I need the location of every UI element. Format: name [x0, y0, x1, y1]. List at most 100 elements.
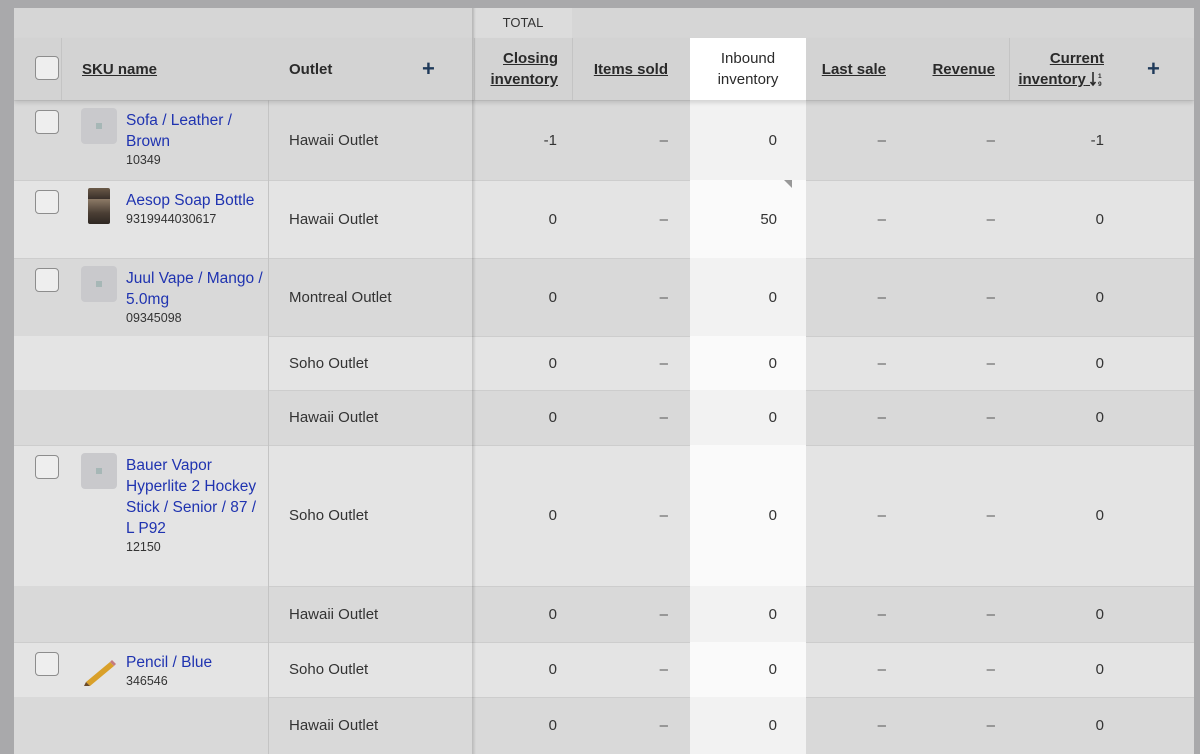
revenue-cell: –	[986, 661, 995, 678]
sku-name-link[interactable]: Sofa / Leather / Brown	[126, 110, 266, 152]
inbound-inventory-header-label[interactable]: Inbound inventory	[690, 48, 806, 90]
items-sold-cell: –	[659, 288, 668, 306]
closing-inventory-header-label[interactable]: Closing inventory	[480, 48, 558, 90]
outlet-cell: Soho Outlet	[289, 661, 369, 678]
outlet-cell: Montreal Outlet	[289, 288, 392, 306]
last-sale-header-label[interactable]: Last sale	[822, 59, 886, 80]
sku-info: Sofa / Leather / Brown 10349	[126, 110, 266, 168]
last-sale-cell: –	[877, 131, 886, 149]
sku-name-link[interactable]: Pencil / Blue	[126, 652, 266, 673]
plus-icon[interactable]: +	[422, 58, 435, 80]
current-inventory-cell: 0	[1095, 409, 1104, 426]
inbound-inventory-header[interactable]: Inbound inventory	[690, 38, 806, 100]
closing-inventory-cell: 0	[548, 717, 557, 734]
add-filter-button[interactable]: +	[422, 38, 446, 100]
outlet-header: Outlet	[289, 38, 409, 100]
items-sold-cell: –	[659, 354, 668, 372]
closing-inventory-cell: 0	[548, 409, 557, 426]
last-sale-cell: –	[877, 210, 886, 228]
row-checkbox[interactable]	[35, 455, 59, 479]
inventory-table: TOTAL SKU name Outlet + Closing inventor…	[14, 8, 1194, 754]
inbound-inventory-cell[interactable]: 0	[690, 336, 777, 390]
last-sale-cell: –	[877, 661, 886, 678]
closing-inventory-cell: 0	[548, 354, 557, 372]
closing-inventory-cell: 0	[548, 605, 557, 623]
outlet-cell: Hawaii Outlet	[289, 717, 379, 734]
svg-text:1: 1	[1098, 73, 1102, 80]
sku-name-link[interactable]: Juul Vape / Mango / 5.0mg	[126, 268, 266, 310]
plus-icon[interactable]: +	[1147, 58, 1160, 80]
current-inventory-cell: 0	[1095, 288, 1104, 306]
last-sale-cell: –	[877, 354, 886, 372]
sku-info: Aesop Soap Bottle 9319944030617	[126, 190, 266, 227]
current-inventory-header-label[interactable]: Current inventory 1 9	[1014, 48, 1104, 90]
revenue-header-label[interactable]: Revenue	[932, 59, 995, 80]
closing-inventory-cell: 0	[548, 288, 557, 306]
current-inventory-cell: 0	[1095, 661, 1104, 678]
row-checkbox[interactable]	[35, 190, 59, 214]
inbound-inventory-cell[interactable]: 50	[690, 180, 777, 258]
inbound-inventory-cell[interactable]: 0	[690, 586, 777, 642]
sku-info: Pencil / Blue 346546	[126, 652, 266, 689]
items-sold-cell: –	[659, 507, 668, 524]
product-thumbnail	[88, 188, 110, 224]
outlet-cell: Hawaii Outlet	[289, 210, 379, 228]
revenue-header[interactable]: Revenue	[914, 38, 995, 100]
outlet-header-label: Outlet	[289, 60, 333, 78]
inbound-inventory-cell[interactable]: 0	[690, 445, 777, 586]
items-sold-header[interactable]: Items sold	[580, 38, 668, 100]
last-sale-cell: –	[877, 288, 886, 306]
revenue-cell: –	[986, 605, 995, 623]
row-checkbox[interactable]	[35, 268, 59, 292]
current-inventory-cell: 0	[1095, 717, 1104, 734]
row-checkbox[interactable]	[35, 652, 59, 676]
inbound-inventory-cell[interactable]: 0	[690, 258, 777, 336]
row-checkbox[interactable]	[35, 110, 59, 134]
items-sold-header-label[interactable]: Items sold	[594, 59, 668, 80]
svg-text:9: 9	[1098, 81, 1102, 87]
revenue-cell: –	[986, 717, 995, 734]
items-sold-cell: –	[659, 131, 668, 149]
table-row: Bauer Vapor Hyperlite 2 Hockey Stick / S…	[14, 445, 1194, 586]
sku-name-header[interactable]: SKU name	[82, 38, 282, 100]
product-thumbnail	[81, 266, 117, 302]
table-row: Hawaii Outlet 0 – – – 0	[14, 390, 1194, 445]
last-sale-header[interactable]: Last sale	[814, 38, 886, 100]
add-column-button[interactable]: +	[1147, 38, 1171, 100]
closing-inventory-cell: 0	[548, 661, 557, 678]
revenue-cell: –	[986, 507, 995, 524]
sku-code: 346546	[126, 674, 168, 688]
revenue-cell: –	[986, 354, 995, 372]
total-label: TOTAL	[474, 8, 572, 38]
outlet-cell: Soho Outlet	[289, 354, 369, 372]
closing-inventory-cell: 0	[548, 210, 557, 228]
last-sale-cell: –	[877, 409, 886, 426]
sort-ascending-numeric-icon[interactable]: 1 9	[1089, 71, 1104, 88]
outlet-cell: Hawaii Outlet	[289, 131, 379, 149]
inbound-inventory-cell[interactable]: 0	[690, 642, 777, 697]
table-row: Pencil / Blue 346546 Soho Outlet 0 – – – 0	[14, 642, 1194, 697]
inbound-inventory-cell[interactable]: 0	[690, 697, 777, 754]
last-sale-cell: –	[877, 717, 886, 734]
revenue-cell: –	[986, 409, 995, 426]
inbound-inventory-cell[interactable]: 0	[690, 390, 777, 445]
table-row: Soho Outlet 0 – – – 0	[14, 336, 1194, 390]
product-thumbnail	[81, 108, 117, 144]
sku-code: 10349	[126, 153, 161, 167]
sku-name-header-label[interactable]: SKU name	[82, 59, 157, 80]
sku-code: 9319944030617	[126, 212, 217, 226]
frozen-pane-shadow	[472, 8, 476, 754]
inbound-inventory-cell[interactable]: 0	[690, 100, 777, 180]
table-row: Hawaii Outlet 0 – – – 0	[14, 697, 1194, 754]
closing-inventory-header[interactable]: Closing inventory	[480, 38, 558, 100]
current-inventory-header[interactable]: Current inventory 1 9	[1014, 38, 1104, 100]
pencil-icon	[84, 660, 116, 686]
table-row: Hawaii Outlet 0 – – – 0	[14, 586, 1194, 642]
items-sold-cell: –	[659, 605, 668, 623]
current-inventory-cell: 0	[1095, 507, 1104, 524]
select-all-checkbox[interactable]	[35, 56, 59, 80]
sku-name-link[interactable]: Bauer Vapor Hyperlite 2 Hockey Stick / S…	[126, 455, 266, 539]
sku-name-link[interactable]: Aesop Soap Bottle	[126, 190, 266, 211]
outlet-cell: Hawaii Outlet	[289, 605, 379, 623]
sku-code: 09345098	[126, 311, 182, 325]
